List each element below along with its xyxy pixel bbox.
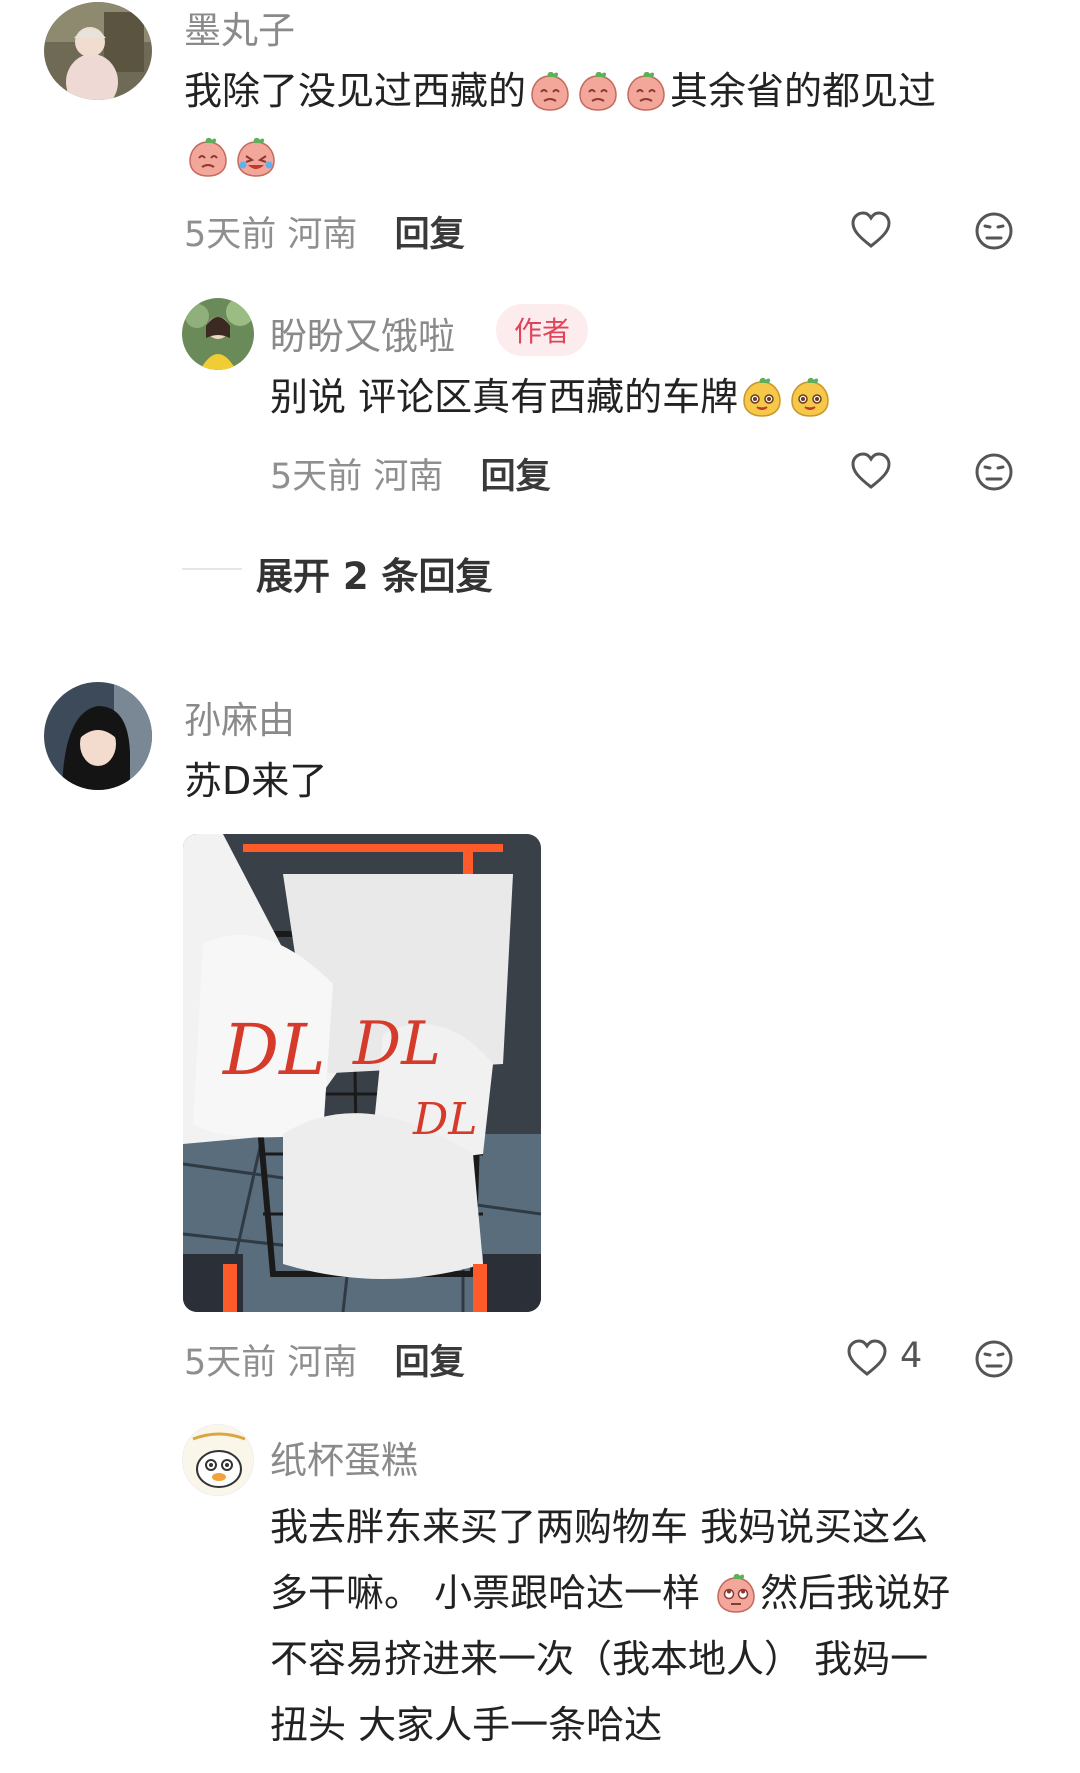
expand-replies-button[interactable]: 展开 2 条回复 bbox=[256, 546, 493, 600]
avatar[interactable] bbox=[182, 1424, 254, 1496]
comment-photo[interactable]: DL DL DL bbox=[183, 834, 541, 1312]
peach-cheeky-emoji bbox=[791, 376, 829, 417]
comment-text: 苏D来了 bbox=[184, 759, 328, 803]
author-badge: 作者 bbox=[496, 304, 589, 356]
reply-text: 别说 评论区真有西藏的车牌 bbox=[270, 364, 834, 430]
comment-meta: 5天前 河南 回复 bbox=[184, 206, 465, 257]
reply-text-part: 别说 评论区真有西藏的车牌 bbox=[270, 375, 739, 419]
comment-text-part: 其余省的都见过 bbox=[670, 69, 937, 113]
svg-text:DL: DL bbox=[352, 1009, 441, 1079]
peach-eyeroll-emoji bbox=[717, 1572, 755, 1613]
reply-meta: 5天前 河南 回复 bbox=[270, 448, 551, 499]
peach-crying-emoji bbox=[579, 70, 617, 111]
comment-text: 我除了没见过西藏的 其余省的都见过 bbox=[184, 58, 936, 124]
expand-divider bbox=[182, 568, 242, 570]
reply-text-line: 扭头 大家人手一条哈达 bbox=[270, 1703, 663, 1747]
reply-location: 河南 bbox=[373, 457, 444, 497]
dislike-face-icon[interactable] bbox=[974, 211, 1014, 251]
reply-text-line: 我去胖东来买了两购物车 我妈说买这么 bbox=[270, 1505, 929, 1549]
dislike-face-icon[interactable] bbox=[974, 1339, 1014, 1379]
reply-time: 5天前 bbox=[270, 457, 363, 497]
avatar[interactable] bbox=[182, 298, 254, 370]
reply-username[interactable]: 盼盼又饿啦 bbox=[270, 306, 455, 360]
svg-text:DL: DL bbox=[412, 1094, 478, 1145]
comment-time: 5天前 bbox=[184, 1343, 277, 1383]
comment-username[interactable]: 孙麻由 bbox=[184, 690, 295, 744]
comment-username[interactable]: 墨丸子 bbox=[184, 0, 295, 54]
comment-location: 河南 bbox=[287, 1343, 358, 1383]
comment-location: 河南 bbox=[287, 215, 358, 255]
comment-text-part: 我除了没见过西藏的 bbox=[184, 69, 527, 113]
avatar[interactable] bbox=[44, 682, 152, 790]
dislike-face-icon[interactable] bbox=[974, 452, 1014, 492]
reply-button[interactable]: 回复 bbox=[481, 457, 551, 497]
svg-text:DL: DL bbox=[221, 1009, 326, 1091]
peach-cheeky-emoji bbox=[743, 376, 781, 417]
reply-button[interactable]: 回复 bbox=[395, 1343, 465, 1383]
peach-crying-emoji bbox=[627, 70, 665, 111]
heart-icon[interactable] bbox=[850, 211, 892, 249]
reply-text-line: 不容易挤进来一次（我本地人） 我妈一 bbox=[270, 1637, 929, 1681]
reply-username[interactable]: 纸杯蛋糕 bbox=[270, 1430, 418, 1484]
comment-meta: 5天前 河南 回复 bbox=[184, 1334, 465, 1385]
peach-crying-emoji bbox=[189, 136, 227, 177]
like-count: 4 bbox=[900, 1336, 923, 1376]
comment-emoji-line bbox=[184, 124, 280, 190]
reply-text-line: 多干嘛。 小票跟哈达一样 然后我说好 bbox=[270, 1560, 950, 1626]
heart-icon[interactable] bbox=[850, 452, 892, 490]
avatar[interactable] bbox=[44, 2, 152, 100]
comment-time: 5天前 bbox=[184, 215, 277, 255]
peach-crying-emoji bbox=[531, 70, 569, 111]
peach-laughing-tears-emoji bbox=[237, 136, 275, 177]
reply-button[interactable]: 回复 bbox=[395, 215, 465, 255]
reply-text-part: 多干嘛。 小票跟哈达一样 bbox=[270, 1571, 713, 1615]
heart-icon[interactable] bbox=[846, 1339, 888, 1377]
reply-text-part: 然后我说好 bbox=[760, 1571, 951, 1615]
